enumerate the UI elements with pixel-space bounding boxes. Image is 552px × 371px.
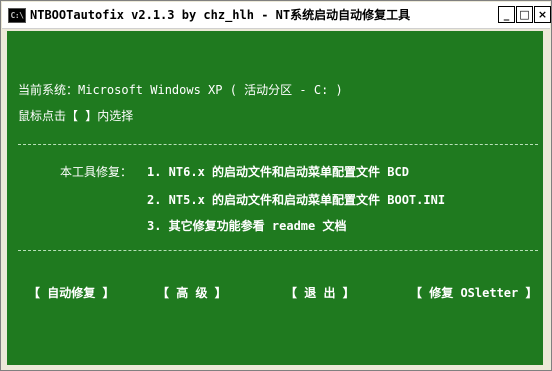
repair-item-3: 3. 其它修复功能参看 readme 文档 [147,219,347,233]
current-system-text: 当前系统：Microsoft Windows XP ( 活动分区 - C: ) [18,83,343,97]
separator-bottom [18,250,538,251]
close-button[interactable]: × [534,6,551,23]
app-window: C:\ NTBOOTautofix v2.1.3 by chz_hlh - NT… [0,0,552,371]
instruction-text: 鼠标点击【 】内选择 [18,109,134,123]
console-area: 当前系统：Microsoft Windows XP ( 活动分区 - C: ) … [7,31,543,365]
repair-label: 本工具修复： [60,165,133,179]
advanced-button[interactable]: 【 高 级 】 [157,285,227,301]
maximize-button[interactable]: □ [516,6,533,23]
minimize-button[interactable]: _ [498,6,515,23]
auto-repair-button[interactable]: 【 自动修复 】 [28,285,114,301]
title-bar[interactable]: C:\ NTBOOTautofix v2.1.3 by chz_hlh - NT… [2,2,551,29]
separator-top [18,144,538,145]
exit-button[interactable]: 【 退 出 】 [285,285,355,301]
console-app-icon[interactable]: C:\ [8,8,26,23]
console-scrollbar[interactable] [543,31,549,365]
repair-item-2: 2. NT5.x 的启动文件和启动菜单配置文件 BOOT.INI [147,193,446,207]
window-title: NTBOOTautofix v2.1.3 by chz_hlh - NT系统启动… [30,8,411,22]
repair-item-1: 1. NT6.x 的启动文件和启动菜单配置文件 BCD [147,165,409,179]
repair-osletter-button[interactable]: 【 修复 OSletter 】 [410,285,537,301]
